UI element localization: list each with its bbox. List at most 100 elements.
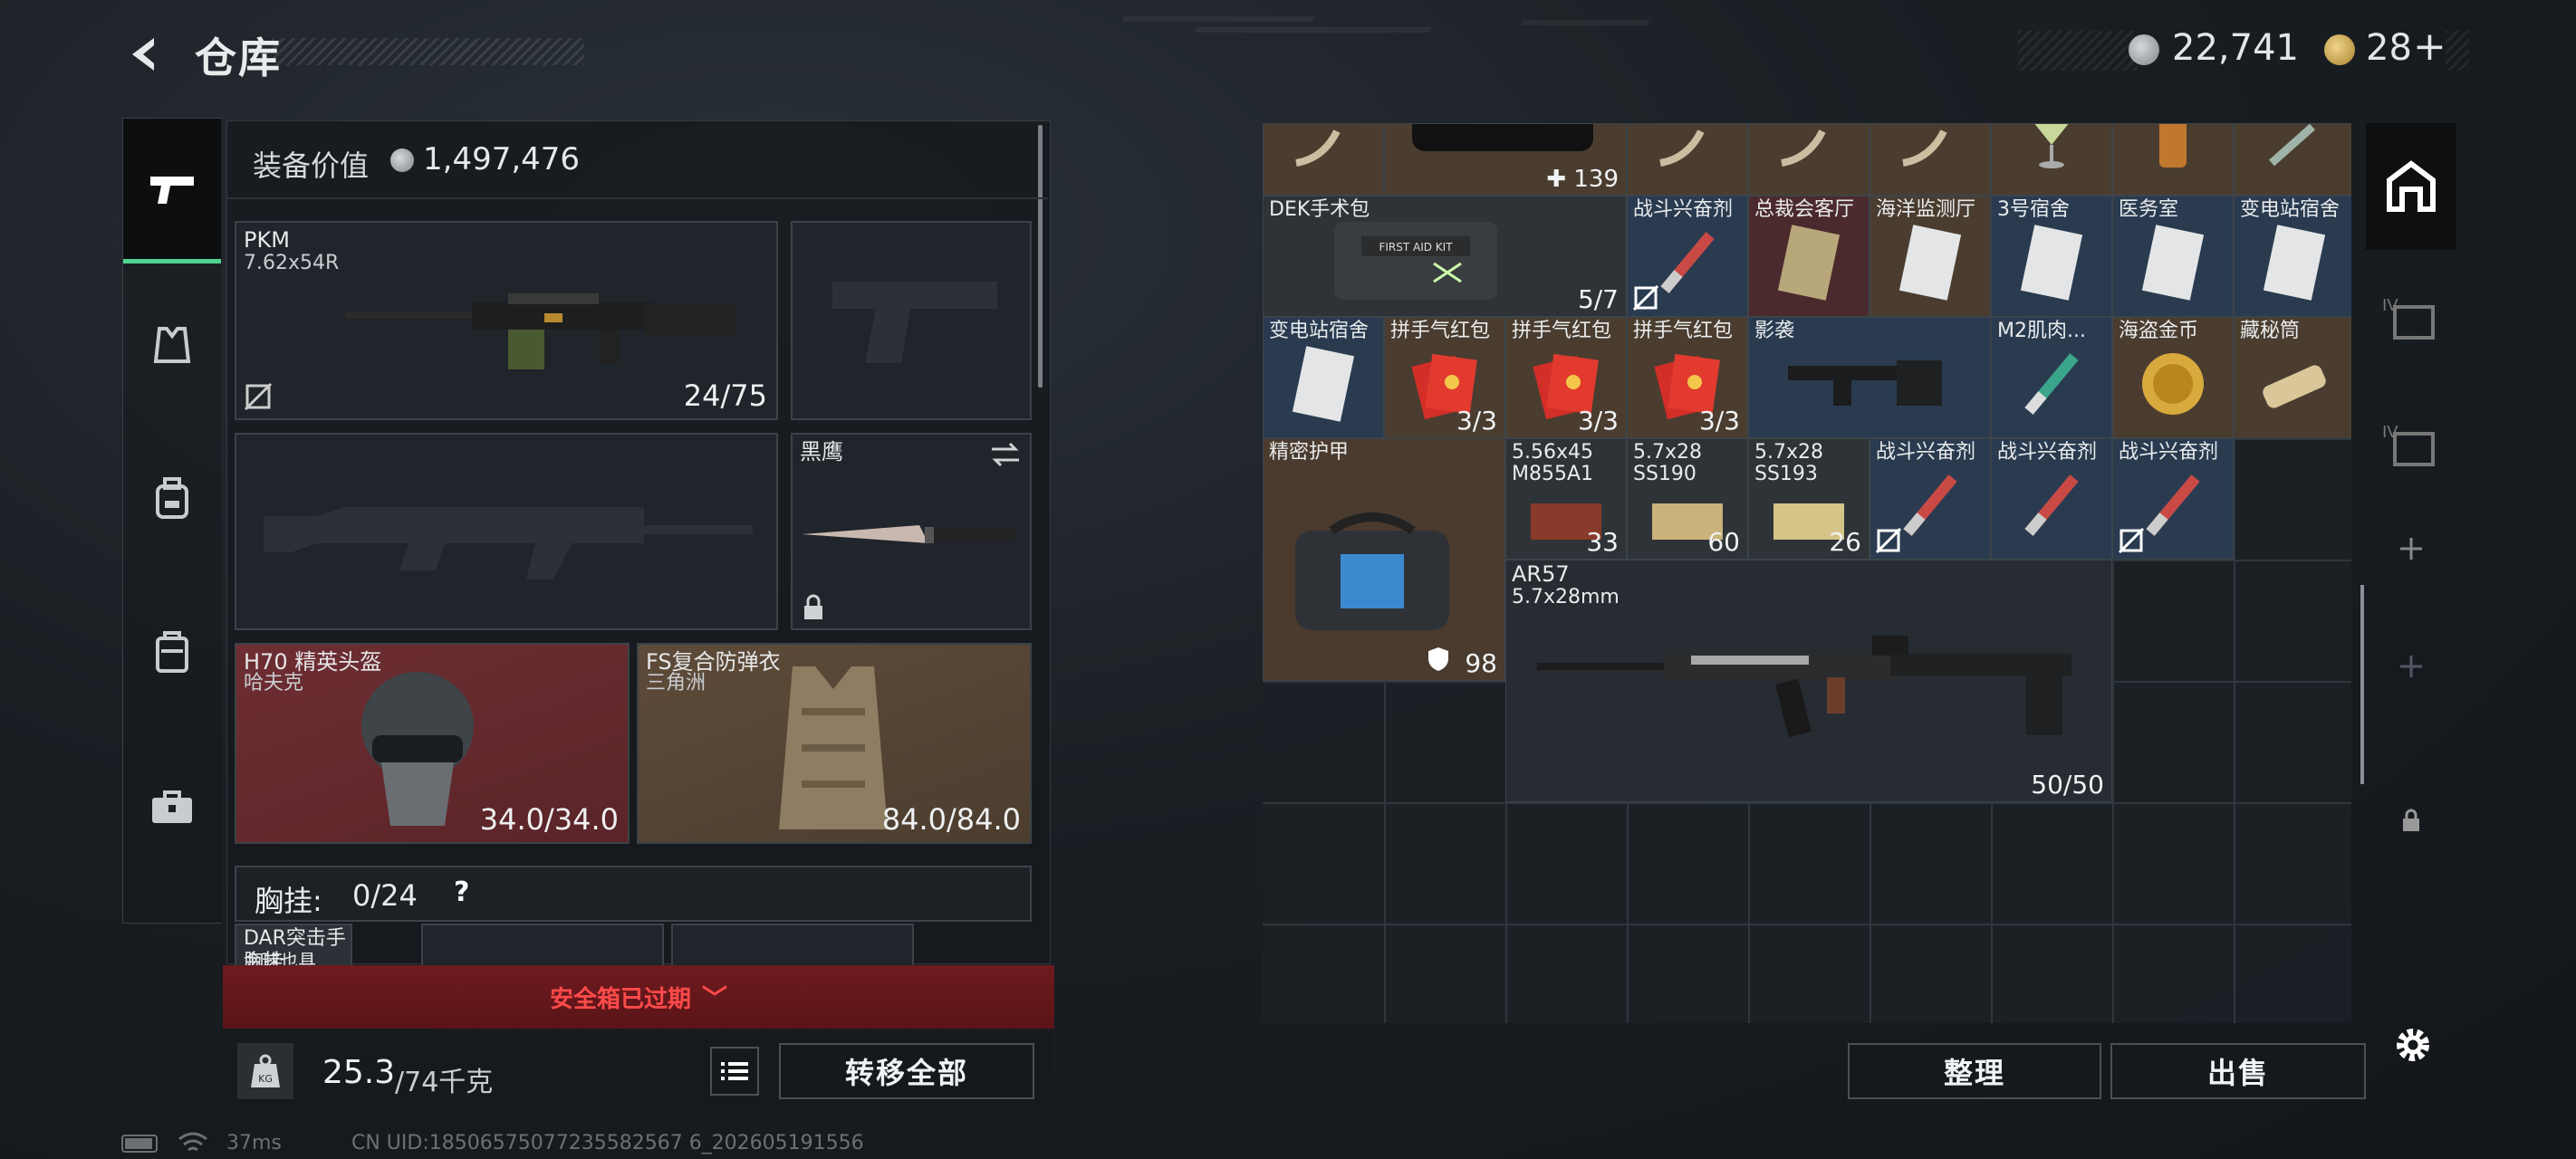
secondary-weapon-slot-empty[interactable] xyxy=(235,433,778,630)
helmet-icon xyxy=(361,672,474,826)
back-arrow-icon xyxy=(132,38,154,71)
silver-coin-icon xyxy=(390,148,414,172)
grid-item[interactable]: 海洋监测厅 xyxy=(1870,196,1991,317)
grid-item[interactable]: 藏秘筒 xyxy=(2234,317,2351,438)
item-name: AR57 xyxy=(1512,561,1570,587)
help-button[interactable]: ? xyxy=(454,876,469,908)
grid-item[interactable]: 5.7x28 SS190 60 xyxy=(1627,438,1748,560)
grid-item[interactable]: AR57 5.7x28mm 50/50 xyxy=(1505,560,2112,802)
grid-item[interactable]: 战斗兴奋剂 xyxy=(1627,196,1748,317)
grid-item-partial[interactable] xyxy=(1263,123,1384,196)
grid-item[interactable]: 拼手气红包 3/3 xyxy=(1384,317,1505,438)
rig-slot-empty[interactable] xyxy=(421,924,664,967)
item-name: DEK手术包 xyxy=(1269,198,1370,221)
sell-button[interactable]: 出售 xyxy=(2110,1043,2366,1099)
rig-slot-empty[interactable] xyxy=(671,924,914,967)
backpack-icon xyxy=(156,477,188,519)
grid-scrollbar[interactable] xyxy=(2360,585,2364,784)
grid-item-partial[interactable] xyxy=(1870,123,1991,196)
tab-vest[interactable] xyxy=(123,273,221,417)
melee-slot[interactable]: 黑鹰 xyxy=(791,433,1032,630)
settings-button[interactable] xyxy=(2388,1020,2438,1070)
helmet-slot[interactable]: H70 精英头盔 哈夫克 34.0/34.0 xyxy=(235,643,630,844)
no-insure-icon xyxy=(1876,528,1901,553)
tab-storage-4b[interactable]: IV xyxy=(2366,386,2456,503)
item-name: 3号宿舍 xyxy=(1997,198,2070,221)
melee-name: 黑鹰 xyxy=(800,439,843,465)
chest-rig-capacity: 0/24 xyxy=(352,878,418,913)
chest-rig-bar[interactable]: 胸挂: 0/24 ? xyxy=(235,866,1032,922)
organize-button[interactable]: 整理 xyxy=(1848,1043,2101,1099)
grid-item[interactable]: 变电站宿舍 xyxy=(2234,196,2351,317)
currency-decoration xyxy=(2018,31,2138,71)
tab-storage-main[interactable] xyxy=(2366,123,2456,250)
tab-weapons[interactable] xyxy=(123,119,221,263)
add-storage-button[interactable] xyxy=(2366,512,2456,585)
rope-icon xyxy=(1781,129,1826,168)
add-storage-button[interactable] xyxy=(2366,630,2456,703)
locked-storage[interactable] xyxy=(2366,793,2456,848)
list-icon xyxy=(721,1062,748,1080)
grid-item[interactable]: 医务室 xyxy=(2112,196,2234,317)
title-decoration xyxy=(272,38,584,65)
item-count: 3/3 xyxy=(1456,406,1497,436)
grid-item[interactable]: 总裁会客厅 xyxy=(1748,196,1870,317)
grid-item[interactable]: 战斗兴奋剂 xyxy=(2112,438,2234,560)
grid-item[interactable]: M2肌肉... xyxy=(1991,317,2112,438)
grid-item[interactable]: 影袭 xyxy=(1748,317,1991,438)
tab-backpack[interactable] xyxy=(123,426,221,571)
tab-toolbox[interactable] xyxy=(123,734,221,879)
gold-coin-icon xyxy=(2324,34,2355,65)
gear-icon xyxy=(2397,1029,2429,1061)
chevron-down-icon: ﹀ xyxy=(702,983,728,1013)
list-view-button[interactable] xyxy=(710,1047,759,1096)
grid-item-partial[interactable] xyxy=(1748,123,1870,196)
silver-coin-icon xyxy=(2129,34,2159,65)
tab-storage-4a[interactable]: IV xyxy=(2366,259,2456,377)
silver-currency-value: 22,741 xyxy=(2172,27,2299,69)
top-bar: 仓库 22,741 28 + xyxy=(0,0,2576,109)
grid-item[interactable]: 3号宿舍 xyxy=(1991,196,2112,317)
grid-item[interactable]: 拼手气红包 3/3 xyxy=(1627,317,1748,438)
chest-rig-item[interactable]: DAR突击手胸挂 金球也具 xyxy=(235,924,352,967)
grid-item[interactable]: 变电站宿舍 xyxy=(1263,317,1384,438)
stimulant-icon xyxy=(1903,474,1957,536)
plus-icon xyxy=(2400,538,2422,560)
grid-item-partial[interactable] xyxy=(1627,123,1748,196)
safebox-expired-banner[interactable]: 安全箱已过期 ﹀ xyxy=(223,965,1054,1029)
svg-text:KG: KG xyxy=(258,1073,273,1085)
loadout-scrollbar[interactable] xyxy=(1038,125,1043,388)
grid-item[interactable]: 拼手气红包 3/3 xyxy=(1505,317,1627,438)
armor-slot[interactable]: FS复合防弹衣 三角洲 84.0/84.0 xyxy=(637,643,1032,844)
armor-brand: 三角洲 xyxy=(646,672,706,694)
injector-icon xyxy=(2269,124,2315,167)
grid-item-partial[interactable] xyxy=(2112,123,2234,196)
grid-item[interactable]: 战斗兴奋剂 xyxy=(1991,438,2112,560)
grid-item[interactable]: 海盗金币 xyxy=(2112,317,2234,438)
warehouse-grid: ✚ 139 DEK手术包 FIRST AID KIT 5/7 战斗兴奋剂 总裁会… xyxy=(1263,123,2351,1023)
injector-icon xyxy=(2024,352,2079,415)
pistol-slot-empty[interactable] xyxy=(791,221,1032,420)
item-count: 3/3 xyxy=(1698,406,1740,436)
grid-item[interactable]: 战斗兴奋剂 xyxy=(1870,438,1991,560)
add-currency-button[interactable]: + xyxy=(2413,24,2446,70)
grid-item[interactable]: 5.56x45 M855A1 33 xyxy=(1505,438,1627,560)
transfer-all-button[interactable]: 转移全部 xyxy=(779,1043,1034,1099)
grid-item[interactable]: 精密护甲 98 xyxy=(1263,438,1505,681)
primary-weapon-slot[interactable]: PKM 7.62x54R 24/75 xyxy=(235,221,778,420)
battery-icon xyxy=(121,1135,158,1153)
category-tabs xyxy=(122,118,222,924)
back-button[interactable] xyxy=(118,27,172,81)
swap-icon[interactable] xyxy=(990,442,1021,467)
armor-bag-icon xyxy=(1294,512,1449,631)
tab-case[interactable] xyxy=(123,580,221,725)
grid-item[interactable]: DEK手术包 FIRST AID KIT 5/7 xyxy=(1263,196,1627,317)
grid-item[interactable]: 5.7x28 SS193 26 xyxy=(1748,438,1870,560)
armor-durability: 84.0/84.0 xyxy=(881,802,1021,837)
grid-item-partial[interactable] xyxy=(1991,123,2112,196)
bottle-icon xyxy=(2159,124,2187,168)
grid-item-partial[interactable] xyxy=(2234,123,2351,196)
weapon-name: PKM xyxy=(244,227,290,253)
plus-icon xyxy=(2400,656,2422,677)
grid-item-partial[interactable]: ✚ 139 xyxy=(1384,123,1627,196)
